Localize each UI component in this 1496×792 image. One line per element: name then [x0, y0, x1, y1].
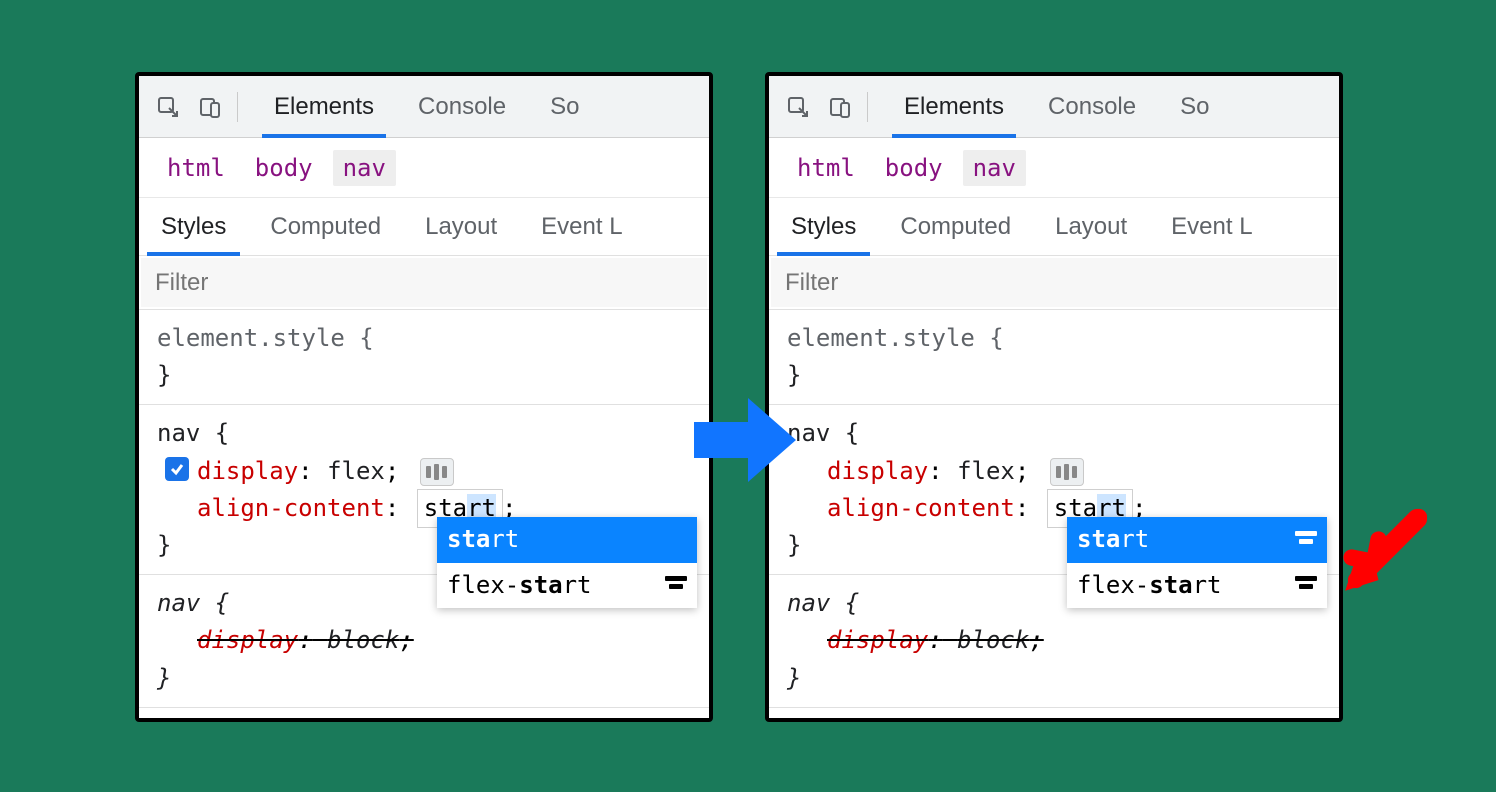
align-start-icon	[665, 576, 687, 594]
close-brace: }	[157, 660, 691, 697]
styles-subtabs: Styles Computed Layout Event L	[769, 198, 1339, 256]
tab-console[interactable]: Console	[396, 76, 528, 137]
align-start-icon	[1295, 576, 1317, 594]
selector-element-style: element.style {	[157, 320, 691, 357]
main-toolbar: Elements Console So	[139, 76, 709, 138]
crumb-nav[interactable]: nav	[963, 150, 1026, 186]
subtab-computed[interactable]: Computed	[878, 198, 1033, 255]
ac-item-start[interactable]: start	[1067, 517, 1327, 562]
ac-item-flex-start[interactable]: flex-start	[437, 563, 697, 608]
tab-elements[interactable]: Elements	[882, 76, 1026, 137]
subtab-computed[interactable]: Computed	[248, 198, 403, 255]
subtab-styles[interactable]: Styles	[139, 198, 248, 255]
styles-subtabs: Styles Computed Layout Event L	[139, 198, 709, 256]
tab-sources-cut[interactable]: So	[1158, 76, 1231, 137]
tab-sources-cut[interactable]: So	[528, 76, 601, 137]
crumb-body[interactable]: body	[875, 150, 953, 186]
subtab-styles[interactable]: Styles	[769, 198, 878, 255]
crumb-nav[interactable]: nav	[333, 150, 396, 186]
device-icon[interactable]	[193, 90, 227, 124]
filter-row	[769, 256, 1339, 310]
rule-nav[interactable]: nav { display: flex; align-content: star…	[769, 405, 1339, 575]
flexbox-editor-icon[interactable]	[1050, 458, 1084, 486]
prop-display: display	[827, 457, 928, 485]
inspect-icon[interactable]	[781, 90, 815, 124]
transition-arrow-icon	[682, 380, 802, 500]
toolbar-divider	[867, 92, 868, 122]
close-brace: }	[787, 357, 1321, 394]
decl-ua-display: display: block;	[787, 622, 1321, 659]
breadcrumb: html body nav	[139, 138, 709, 198]
selector-nav: nav {	[157, 415, 691, 452]
subtab-layout[interactable]: Layout	[1033, 198, 1149, 255]
ac-item-start[interactable]: start	[437, 517, 697, 562]
selector-element-style: element.style {	[787, 320, 1321, 357]
prop-align-content: align-content	[197, 494, 385, 522]
rule-element-style[interactable]: element.style { }	[139, 310, 709, 405]
breadcrumb: html body nav	[769, 138, 1339, 198]
filter-input[interactable]	[771, 258, 1337, 307]
devtools-panel-before: Elements Console So html body nav Styles…	[135, 72, 713, 722]
autocomplete-popup: start flex-start	[1067, 517, 1327, 607]
close-brace: }	[787, 660, 1321, 697]
callout-arrow-icon	[1338, 508, 1428, 598]
ac-item-flex-start[interactable]: flex-start	[1067, 563, 1327, 608]
flexbox-editor-icon[interactable]	[420, 458, 454, 486]
device-icon[interactable]	[823, 90, 857, 124]
autocomplete-popup: start flex-start	[437, 517, 697, 607]
subtab-layout[interactable]: Layout	[403, 198, 519, 255]
tab-console[interactable]: Console	[1026, 76, 1158, 137]
decl-ua-display: display: block;	[157, 622, 691, 659]
filter-row	[139, 256, 709, 310]
align-start-icon	[1295, 531, 1317, 549]
selector-nav: nav {	[787, 415, 1321, 452]
styles-rules: element.style { } nav { display: flex; a…	[139, 310, 709, 708]
checkbox-icon[interactable]	[165, 457, 189, 481]
filter-input[interactable]	[141, 258, 707, 307]
main-tabs: Elements Console So	[252, 76, 601, 137]
crumb-html[interactable]: html	[787, 150, 865, 186]
styles-rules: element.style { } nav { display: flex; a…	[769, 310, 1339, 708]
tab-elements[interactable]: Elements	[252, 76, 396, 137]
prop-display: display	[197, 457, 298, 485]
devtools-panel-after: Elements Console So html body nav Styles…	[765, 72, 1343, 722]
main-tabs: Elements Console So	[882, 76, 1231, 137]
crumb-body[interactable]: body	[245, 150, 323, 186]
decl-display[interactable]: display: flex;	[157, 453, 691, 490]
rule-nav[interactable]: nav { display: flex; align-content: star…	[139, 405, 709, 575]
close-brace: }	[157, 357, 691, 394]
crumb-html[interactable]: html	[157, 150, 235, 186]
rule-element-style[interactable]: element.style { }	[769, 310, 1339, 405]
prop-align-content: align-content	[827, 494, 1015, 522]
main-toolbar: Elements Console So	[769, 76, 1339, 138]
decl-display[interactable]: display: flex;	[787, 453, 1321, 490]
subtab-event-listeners-cut[interactable]: Event L	[1149, 198, 1274, 255]
val-flex: flex	[327, 457, 385, 485]
subtab-event-listeners-cut[interactable]: Event L	[519, 198, 644, 255]
val-flex: flex	[957, 457, 1015, 485]
inspect-icon[interactable]	[151, 90, 185, 124]
toolbar-divider	[237, 92, 238, 122]
